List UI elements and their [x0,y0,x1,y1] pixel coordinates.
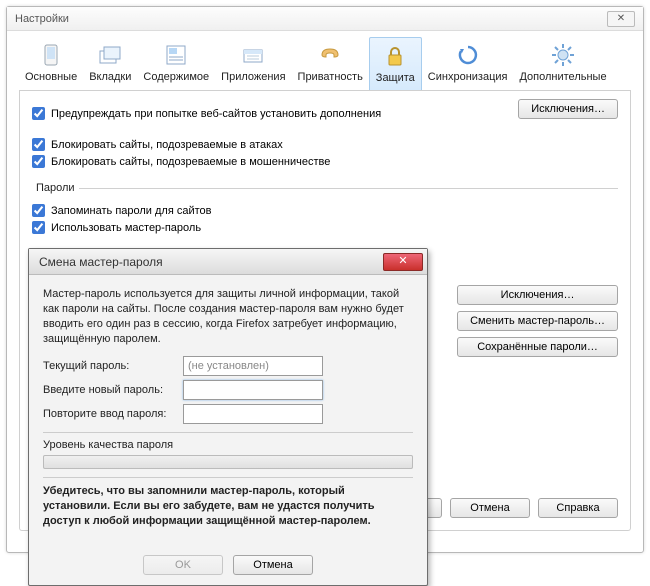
tab-label: Защита [376,72,415,84]
tabs-icon [96,41,124,69]
dialog-ok-button[interactable]: OK [143,555,223,575]
repeat-password-input[interactable] [183,404,323,424]
dialog-cancel-button[interactable]: Отмена [233,555,313,575]
privacy-icon [316,41,344,69]
tab-label: Основные [25,71,77,83]
cancel-button[interactable]: Отмена [450,498,530,518]
passwords-fieldset: Пароли Запоминать пароли для сайтов Испо… [32,182,618,238]
dialog-warning: Убедитесь, что вы запомнили мастер-парол… [43,484,413,529]
block-attack-label: Блокировать сайты, подозреваемые в атака… [51,139,283,151]
dialog-buttons: OK Отмена [29,549,427,585]
quality-label: Уровень качества пароля [43,439,413,451]
general-icon [37,41,65,69]
block-forgery-label: Блокировать сайты, подозреваемые в мошен… [51,156,330,168]
saved-passwords-button[interactable]: Сохранённые пароли… [457,337,618,357]
tab-content[interactable]: Содержимое [137,37,215,90]
block-forgery-checkbox[interactable] [32,155,45,168]
tab-privacy[interactable]: Приватность [292,37,369,90]
window-close-button[interactable]: ✕ [607,11,635,27]
dialog-form: Текущий пароль: (не установлен) Введите … [43,356,413,424]
password-quality-meter [43,455,413,469]
dialog-close-button[interactable]: ✕ [383,253,423,271]
new-password-label: Введите новый пароль: [43,384,183,396]
master-row: Использовать мастер-пароль [32,221,618,234]
content-icon [162,41,190,69]
current-password-label: Текущий пароль: [43,360,183,372]
help-button[interactable]: Справка [538,498,618,518]
remember-checkbox[interactable] [32,204,45,217]
dialog-intro: Мастер-пароль используется для защиты ли… [43,287,413,346]
remember-row: Запоминать пароли для сайтов [32,204,618,217]
separator [43,477,413,478]
tab-general[interactable]: Основные [19,37,83,90]
addons-exceptions-button[interactable]: Исключения… [518,99,618,119]
titlebar: Настройки ✕ [7,7,643,31]
warn-addons-label: Предупреждать при попытке веб-сайтов уст… [51,108,381,120]
current-password-field[interactable]: (не установлен) [183,356,323,376]
tab-label: Дополнительные [519,71,606,83]
tab-label: Вкладки [89,71,131,83]
repeat-password-label: Повторите ввод пароля: [43,408,183,420]
remember-label: Запоминать пароли для сайтов [51,205,212,217]
warn-addons-checkbox[interactable] [32,107,45,120]
tab-label: Синхронизация [428,71,508,83]
tab-security[interactable]: Защита [369,37,422,90]
tab-tabs[interactable]: Вкладки [83,37,137,90]
new-password-input[interactable] [183,380,323,400]
tab-label: Содержимое [143,71,209,83]
dialog-title: Смена мастер-пароля [39,255,383,269]
tabbar: Основные Вкладки Содержимое Приложения П… [19,37,631,91]
change-master-password-dialog: Смена мастер-пароля ✕ Мастер-пароль испо… [28,248,428,586]
block-forgery-row: Блокировать сайты, подозреваемые в мошен… [32,155,618,168]
tab-label: Приватность [298,71,363,83]
window-title: Настройки [15,13,607,25]
apps-icon [239,41,267,69]
dialog-body: Мастер-пароль используется для защиты ли… [29,275,427,549]
passwords-exceptions-button[interactable]: Исключения… [457,285,618,305]
separator [43,432,413,433]
block-attack-checkbox[interactable] [32,138,45,151]
change-master-button[interactable]: Сменить мастер-пароль… [457,311,618,331]
tab-label: Приложения [221,71,285,83]
lock-icon [381,42,409,70]
gear-icon [549,41,577,69]
dialog-titlebar: Смена мастер-пароля ✕ [29,249,427,275]
sync-icon [454,41,482,69]
tab-sync[interactable]: Синхронизация [422,37,514,90]
block-attack-row: Блокировать сайты, подозреваемые в атака… [32,138,618,151]
master-checkbox[interactable] [32,221,45,234]
tab-advanced[interactable]: Дополнительные [513,37,612,90]
master-label: Использовать мастер-пароль [51,222,201,234]
passwords-buttons: Исключения… Сменить мастер-пароль… Сохра… [457,285,618,357]
tab-apps[interactable]: Приложения [215,37,291,90]
passwords-legend: Пароли [32,182,79,194]
